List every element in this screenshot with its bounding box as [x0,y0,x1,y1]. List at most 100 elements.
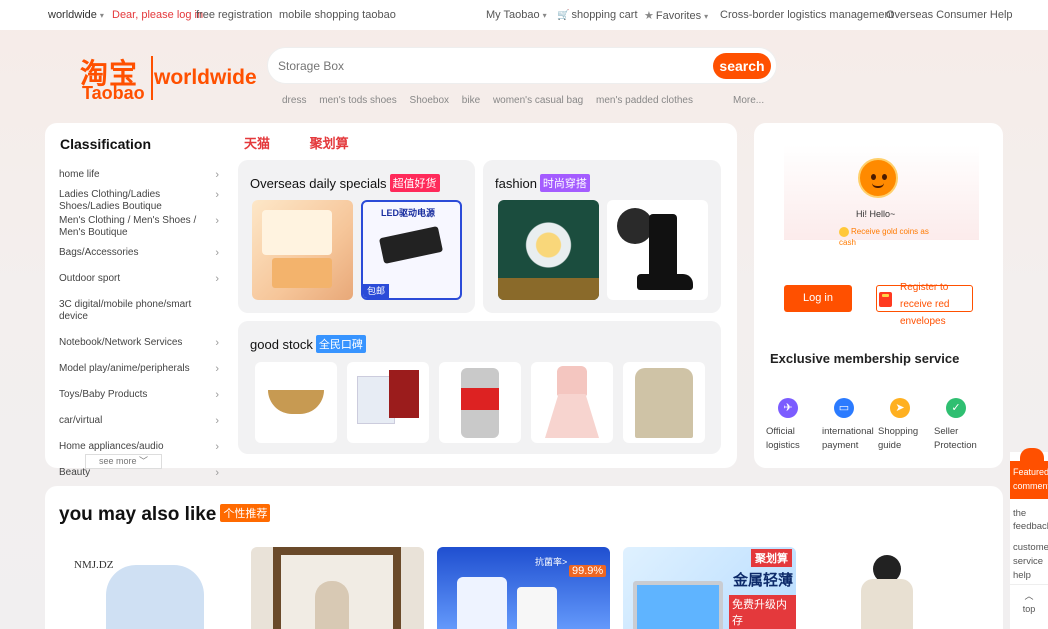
product-thumbnail[interactable] [439,362,521,443]
recommend-section: you may also like 个性推荐 NMJ.DZ 抗菌率> 99.9% … [45,486,1003,629]
free-shipping-badge: 包邮 [363,284,389,298]
chevron-right-icon: › [215,215,219,227]
product-thumbnail[interactable] [252,200,353,300]
feedback-button[interactable]: the feedback [1013,507,1048,533]
product-thumbnail[interactable] [255,362,337,443]
brand-tabs: 天猫 聚划算 [244,133,385,152]
category-item[interactable]: Model play/anime/peripherals › [59,363,219,375]
service-official-logistics[interactable]: ✈ Official logistics [766,398,826,453]
recommend-title-text: you may also like [59,504,217,525]
category-item[interactable]: Toys/Baby Products › [59,389,219,401]
service-shopping-guide[interactable]: ➤ Shopping guide [878,398,938,453]
chevron-right-icon: › [215,415,219,427]
product-badge: 免费升级内存 [729,595,796,629]
protection-icon: ✓ [946,398,966,418]
hot-search-link[interactable]: women's casual bag [493,95,583,106]
product-image [272,258,332,288]
gold-coins-link[interactable]: Receive gold coins as cash [839,226,929,248]
category-item[interactable]: car/virtual › [59,415,219,427]
hot-search-link[interactable]: bike [462,95,480,106]
mobile-taobao-link[interactable]: mobile shopping taobao [279,9,396,21]
category-label: Bags/Accessories [59,247,139,258]
region-selector[interactable]: worldwide ▾ [48,9,104,21]
good-stock-panel[interactable]: good stock 全民口碑 [238,321,721,454]
see-more-button[interactable]: see more ﹀ [85,454,162,469]
category-label: car/virtual [59,415,103,426]
register-button[interactable]: Register to receive red envelopes [876,282,973,327]
chevron-right-icon: › [215,247,219,259]
category-label: Men's Clothing / Men's Shoes / Men's Bou… [59,215,197,238]
chevron-right-icon: › [215,337,219,349]
overseas-specials-panel[interactable]: Overseas daily specials 超值好货 LED驱动电源 包邮 [238,160,475,313]
product-image [517,587,557,629]
service-international-payment[interactable]: ▭ international payment [822,398,882,453]
chevron-right-icon: › [215,467,219,479]
product-image [617,208,653,244]
overseas-specials-title: Overseas daily specials 超值好货 [250,174,440,192]
gold-coins-label: Receive gold coins as cash [839,227,929,247]
hot-search-link[interactable]: Shoebox [410,95,449,106]
cart-icon: 🛒 [557,10,570,21]
login-button[interactable]: Log in [784,285,852,312]
product-thumbnail[interactable] [531,362,613,443]
product-thumbnail[interactable] [498,200,599,300]
help-link[interactable]: Overseas Consumer Help [886,9,1013,21]
top-navigation-bar: worldwide ▾ Dear, please log in free regi… [0,0,1048,30]
chevron-right-icon: › [215,363,219,375]
taobao-logo[interactable]: 淘宝 Taobao worldwide [80,52,260,103]
category-label: Toys/Baby Products [59,389,148,400]
back-to-top-button[interactable]: ︿ top [1010,584,1048,624]
fashion-title: fashion 时尚穿搭 [495,174,590,192]
hot-search-link[interactable]: men's padded clothes [596,95,693,106]
product-thumbnail[interactable] [347,362,429,443]
category-item[interactable]: Home appliances/audio › [59,441,219,453]
category-label: Ladies Clothing/Ladies Shoes/Ladies Bout… [59,189,162,212]
fashion-panel[interactable]: fashion 时尚穿搭 [483,160,721,313]
guide-icon: ➤ [890,398,910,418]
category-item[interactable]: Bags/Accessories › [59,247,219,259]
service-label: Shopping guide [878,426,919,451]
service-seller-protection[interactable]: ✓ Seller Protection [934,398,994,453]
see-more-label: see more [98,456,137,466]
search-button[interactable]: search [713,53,771,79]
chevron-down-icon: ▾ [99,11,104,20]
cart-link[interactable]: 🛒 shopping cart [557,9,638,21]
category-item[interactable]: home life › [59,169,219,181]
category-item[interactable]: Men's Clothing / Men's Shoes / Men's Bou… [59,215,219,239]
category-label: Model play/anime/peripherals [59,363,190,374]
hot-searches: dress men's tods shoes Shoebox bike wome… [282,95,703,106]
category-item[interactable]: Outdoor sport › [59,273,219,285]
recommend-item[interactable]: NMJ.DZ [66,547,239,629]
featured-comments-button[interactable]: Featured comments [1010,461,1048,499]
category-label: home life [59,169,100,180]
recommend-item[interactable] [809,547,982,629]
my-taobao-menu[interactable]: My Taobao ▾ [486,9,547,21]
search-input[interactable] [278,56,698,76]
classification-title: Classification [60,136,152,152]
product-thumbnail[interactable]: LED驱动电源 包邮 [361,200,462,300]
category-item[interactable]: 3C digital/mobile phone/smart device [59,299,219,323]
category-item[interactable]: Ladies Clothing/Ladies Shoes/Ladies Bout… [59,189,219,213]
hot-search-link[interactable]: men's tods shoes [319,95,397,106]
recommend-item[interactable]: 聚划算 金属轻薄 免费升级内存 [623,547,796,629]
product-thumbnail[interactable] [607,200,708,300]
tab-juhuasuan[interactable]: 聚划算 [310,136,349,151]
logistics-link[interactable]: Cross-border logistics management [720,9,894,21]
hot-search-link[interactable]: dress [282,95,306,106]
product-label: 金属轻薄 [733,572,794,589]
product-image [268,390,324,414]
recommend-item[interactable] [251,547,424,629]
good-stock-title: good stock 全民口碑 [250,335,366,353]
login-link[interactable]: Dear, please log in [112,9,203,21]
product-image [637,274,693,290]
tab-tmall[interactable]: 天猫 [244,136,270,151]
register-link[interactable]: free registration [196,9,272,21]
recommend-item[interactable]: 抗菌率> 99.9% [437,547,610,629]
favorites-menu[interactable]: ★ Favorites ▾ [644,9,708,22]
category-item[interactable]: Notebook/Network Services › [59,337,219,349]
product-image [545,394,599,438]
chevron-up-icon: ︿ [1024,591,1034,601]
product-thumbnail[interactable] [623,362,705,443]
more-link[interactable]: More... [733,95,764,106]
customer-service-button[interactable]: customer service help [1013,541,1048,583]
